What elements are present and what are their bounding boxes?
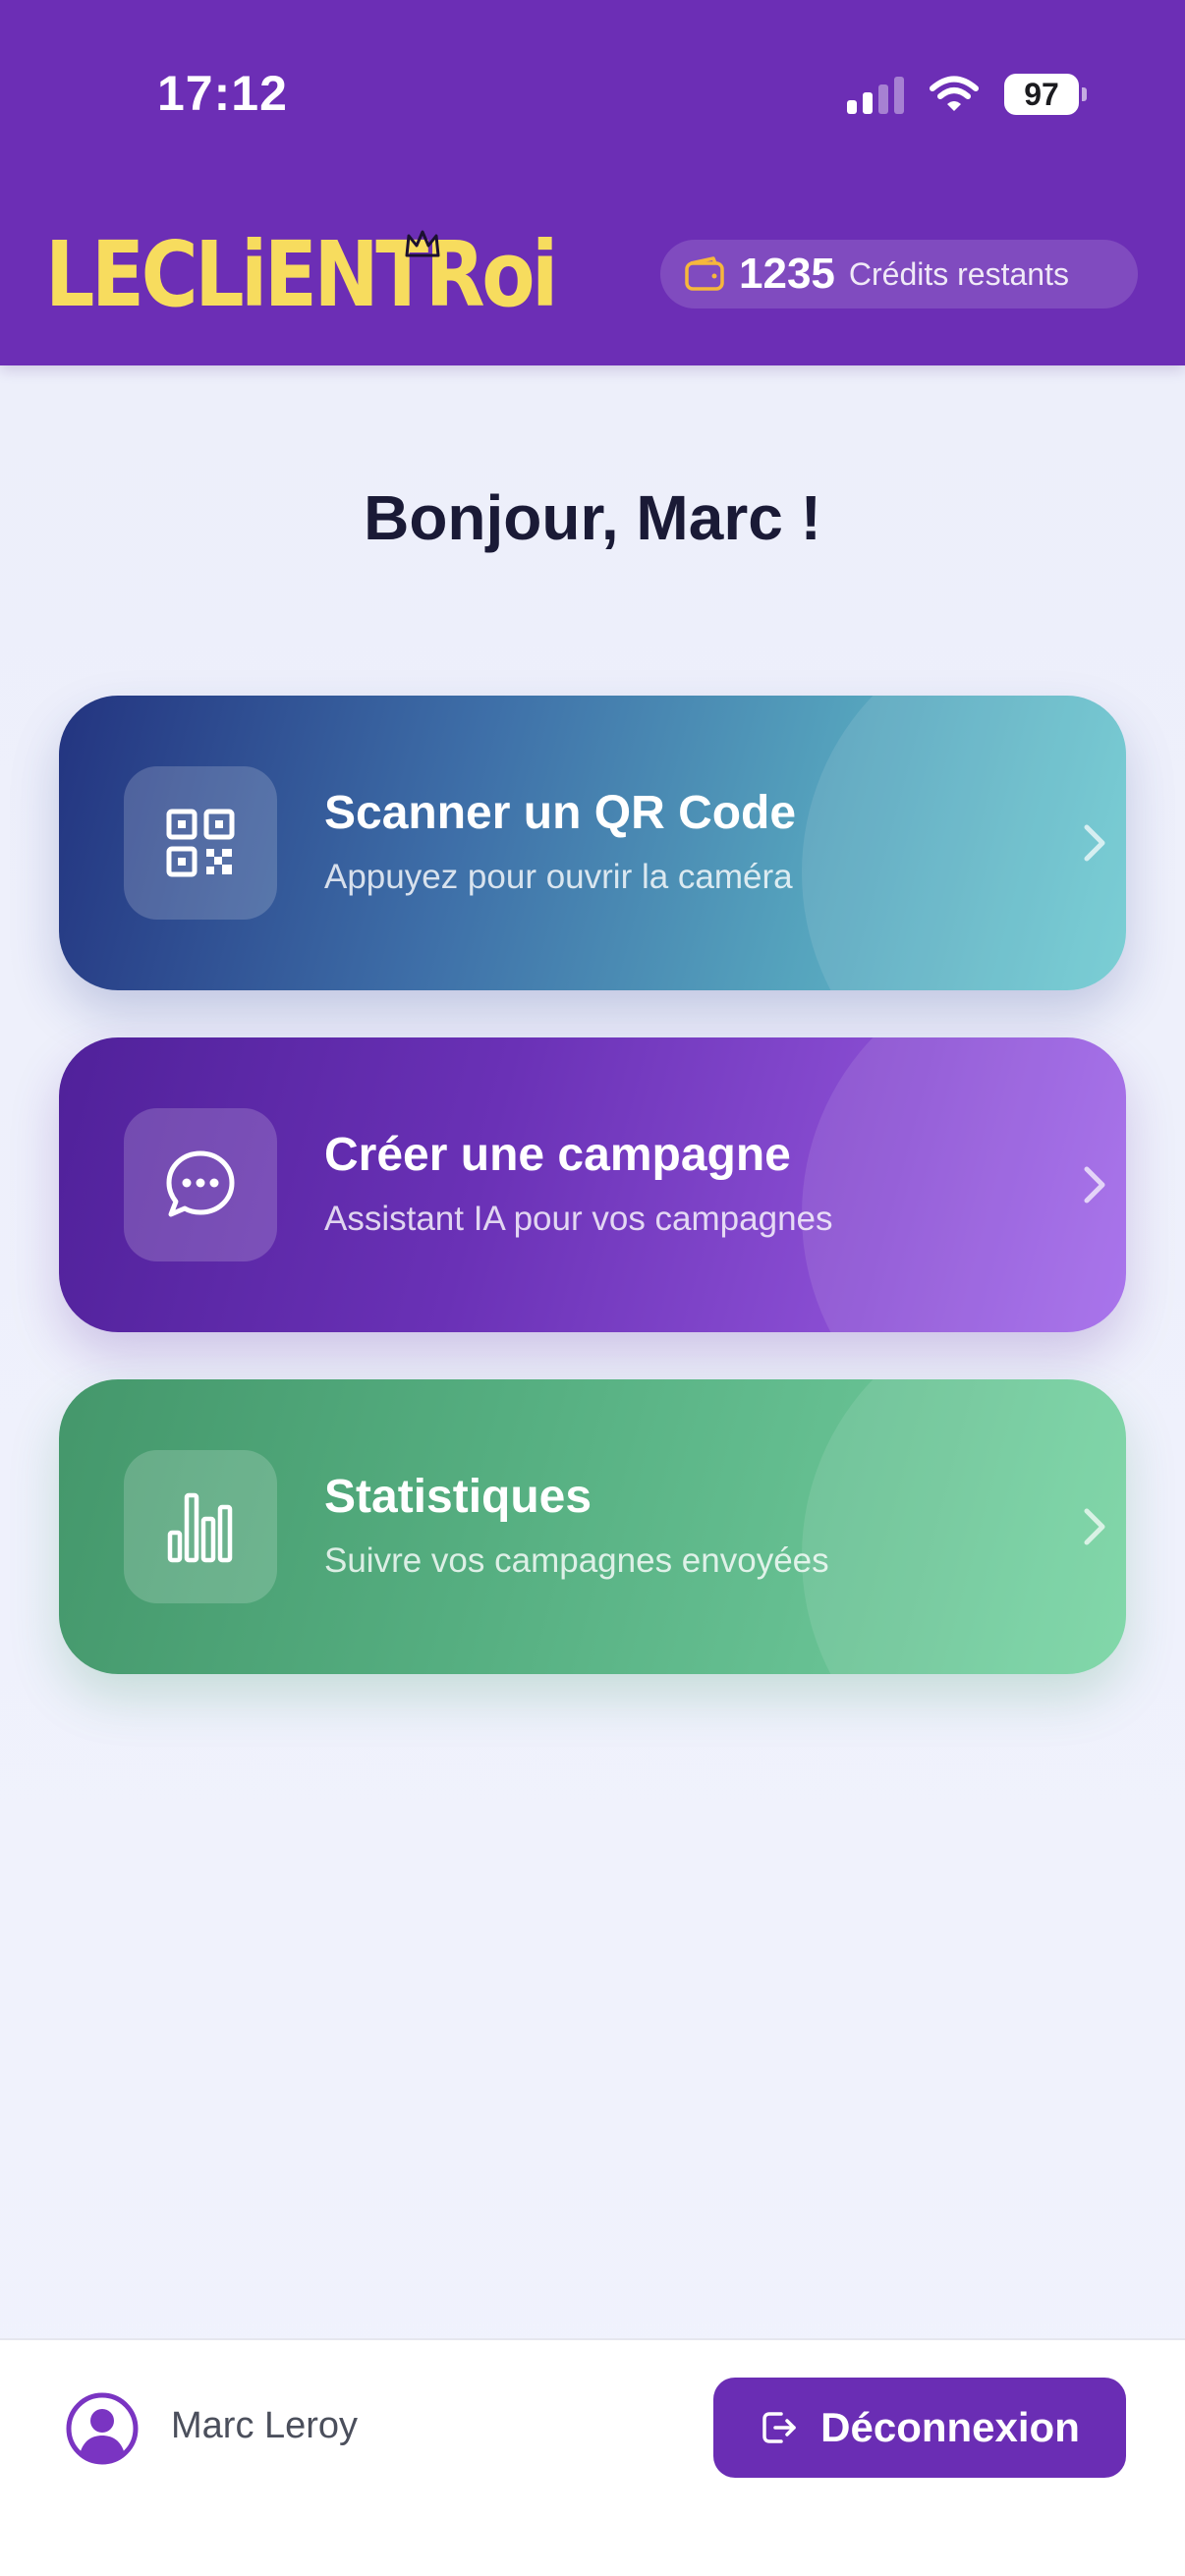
card-title: Statistiques	[324, 1471, 592, 1523]
statistics-card[interactable]: Statistiques Suivre vos campagnes envoyé…	[59, 1379, 1126, 1674]
logout-label: Déconnexion	[820, 2404, 1080, 2450]
card-text: Créer une campagne Assistant IA pour vos…	[324, 1129, 833, 1239]
card-decoration	[802, 1037, 1126, 1332]
card-title: Créer une campagne	[324, 1129, 791, 1181]
card-subtitle: Suivre vos campagnes envoyées	[324, 1540, 829, 1580]
card-subtitle: Appuyez pour ouvrir la caméra	[324, 857, 793, 896]
credits-badge: 1235 Crédits restants	[660, 240, 1138, 308]
card-decoration	[802, 696, 1126, 990]
card-title: Scanner un QR Code	[324, 787, 797, 839]
credits-count: 1235	[739, 250, 835, 298]
crown-icon	[405, 230, 440, 257]
chevron-right-icon	[1084, 824, 1105, 862]
app-header: 17:12 97 LECLiENTRoi 1235 Crédits restan…	[0, 0, 1185, 365]
logout-button[interactable]: Déconnexion	[713, 2378, 1126, 2478]
home-screen: 17:12 97 LECLiENTRoi 1235 Crédits restan…	[0, 0, 1185, 2576]
credits-label: Crédits restants	[848, 255, 1069, 292]
qr-code-icon	[166, 809, 235, 877]
card-icon-box	[124, 1450, 277, 1603]
signal-icon	[847, 75, 904, 114]
card-text: Statistiques Suivre vos campagnes envoyé…	[324, 1471, 829, 1581]
scan-qr-card[interactable]: Scanner un QR Code Appuyez pour ouvrir l…	[59, 696, 1126, 990]
status-time: 17:12	[157, 66, 288, 121]
card-decoration	[802, 1379, 1126, 1674]
chat-bubble-icon	[166, 1150, 235, 1217]
card-text: Scanner un QR Code Appuyez pour ouvrir l…	[324, 787, 797, 897]
app-logo: LECLiENTRoi	[45, 222, 558, 327]
user-name: Marc Leroy	[171, 2405, 359, 2446]
chevron-right-icon	[1084, 1508, 1105, 1545]
logout-icon	[762, 2412, 796, 2443]
create-campaign-card[interactable]: Créer une campagne Assistant IA pour vos…	[59, 1037, 1126, 1332]
footer-bar: Marc Leroy Déconnexion	[0, 2338, 1185, 2576]
status-icons: 97	[847, 73, 1087, 116]
wallet-icon	[685, 256, 724, 291]
card-icon-box	[124, 766, 277, 920]
wifi-icon	[930, 76, 979, 111]
card-icon-box	[124, 1108, 277, 1261]
chevron-right-icon	[1084, 1166, 1105, 1204]
battery-icon: 97	[1004, 74, 1087, 115]
card-subtitle: Assistant IA pour vos campagnes	[324, 1199, 833, 1238]
greeting-title: Bonjour, Marc !	[364, 482, 821, 553]
user-avatar-icon[interactable]	[65, 2391, 140, 2466]
bar-chart-icon	[167, 1492, 233, 1563]
